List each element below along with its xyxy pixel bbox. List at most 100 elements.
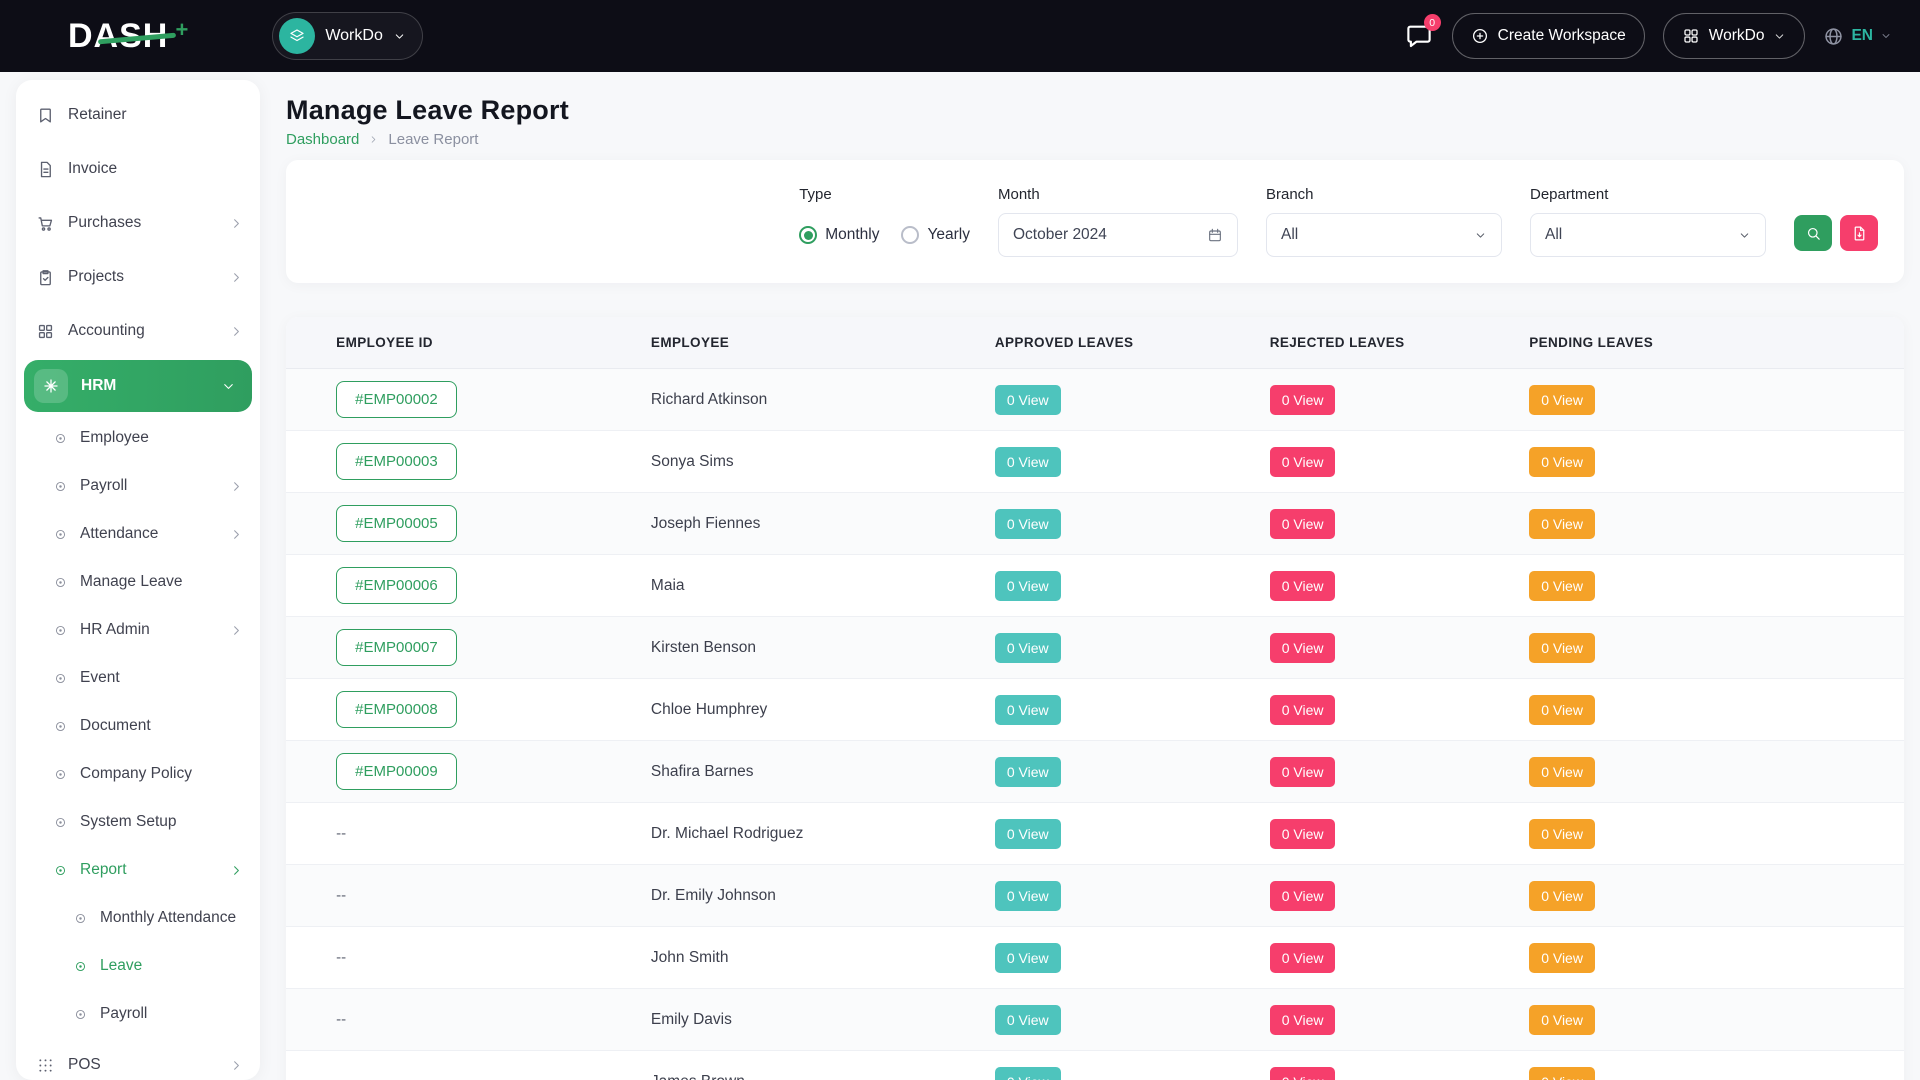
rejected-leaves-view-button[interactable]: 0 View <box>1270 695 1336 725</box>
sidebar-item-company-policy[interactable]: Company Policy <box>16 750 260 798</box>
pending-leaves-view-button[interactable]: 0 View <box>1529 757 1595 787</box>
employee-id-badge[interactable]: #EMP00005 <box>336 505 457 542</box>
sidebar-item-label: Payroll <box>80 477 216 495</box>
chevron-right-icon <box>229 863 244 878</box>
rejected-leaves-view-button[interactable]: 0 View <box>1270 447 1336 477</box>
department-select[interactable]: All <box>1530 213 1766 257</box>
workspace-switcher[interactable]: WorkDo <box>272 12 423 60</box>
approved-leaves-view-button[interactable]: 0 View <box>995 819 1061 849</box>
sidebar-item-retainer[interactable]: Retainer <box>16 88 260 142</box>
sidebar-item-invoice[interactable]: Invoice <box>16 142 260 196</box>
sidebar-item-label: HR Admin <box>80 621 216 639</box>
rejected-leaves-view-button[interactable]: 0 View <box>1270 1005 1336 1035</box>
rejected-leaves-view-button[interactable]: 0 View <box>1270 757 1336 787</box>
sidebar-item-document[interactable]: Document <box>16 702 260 750</box>
employee-id-badge[interactable]: #EMP00002 <box>336 381 457 418</box>
table-row: #EMP00008Chloe Humphrey0 View0 View0 Vie… <box>286 679 1904 741</box>
page-layout: RetainerInvoicePurchasesProjectsAccounti… <box>0 72 1920 1080</box>
branch-select[interactable]: All <box>1266 213 1502 257</box>
topbar-actions: 0 Create Workspace WorkDo EN <box>1404 13 1892 59</box>
sidebar-item-hrm[interactable]: HRM <box>24 360 252 412</box>
sidebar-item-projects[interactable]: Projects <box>16 250 260 304</box>
sidebar-item-hr-admin[interactable]: HR Admin <box>16 606 260 654</box>
search-button[interactable] <box>1794 215 1832 251</box>
approved-leaves-view-button[interactable]: 0 View <box>995 695 1061 725</box>
breadcrumb-dashboard-link[interactable]: Dashboard <box>286 131 359 148</box>
sidebar-item-purchases[interactable]: Purchases <box>16 196 260 250</box>
sidebar-item-payroll[interactable]: Payroll <box>16 462 260 510</box>
radio-monthly-dot[interactable] <box>799 226 817 244</box>
rejected-leaves-view-button[interactable]: 0 View <box>1270 571 1336 601</box>
retainer-icon <box>36 106 55 125</box>
chevron-right-icon <box>229 216 244 231</box>
pending-leaves-view-button[interactable]: 0 View <box>1529 447 1595 477</box>
pending-leaves-view-button[interactable]: 0 View <box>1529 385 1595 415</box>
sidebar-item-attendance[interactable]: Attendance <box>16 510 260 558</box>
rejected-leaves-view-button[interactable]: 0 View <box>1270 633 1336 663</box>
app-logo[interactable]: DASH + <box>68 17 168 56</box>
workdo-menu-button[interactable]: WorkDo <box>1663 13 1806 59</box>
rejected-leaves-view-button[interactable]: 0 View <box>1270 819 1336 849</box>
export-button[interactable] <box>1840 215 1878 251</box>
pending-leaves-view-button[interactable]: 0 View <box>1529 1067 1595 1080</box>
table-row: --James Brown0 View0 View0 View <box>286 1051 1904 1080</box>
radio-monthly[interactable]: Monthly <box>799 226 879 244</box>
pending-leaves-view-button[interactable]: 0 View <box>1529 819 1595 849</box>
sidebar-item-manage-leave[interactable]: Manage Leave <box>16 558 260 606</box>
sidebar-item-label: System Setup <box>80 813 244 831</box>
employee-id-badge[interactable]: #EMP00006 <box>336 567 457 604</box>
employee-id-badge[interactable]: #EMP00007 <box>336 629 457 666</box>
approved-leaves-view-button[interactable]: 0 View <box>995 571 1061 601</box>
sidebar-item-monthly-attendance[interactable]: Monthly Attendance <box>16 894 260 942</box>
approved-leaves-view-button[interactable]: 0 View <box>995 1067 1061 1080</box>
month-input[interactable]: October 2024 <box>998 213 1238 257</box>
rejected-leaves-view-button[interactable]: 0 View <box>1270 881 1336 911</box>
approved-leaves-view-button[interactable]: 0 View <box>995 943 1061 973</box>
sidebar-item-report[interactable]: Report <box>16 846 260 894</box>
create-workspace-button[interactable]: Create Workspace <box>1452 13 1645 59</box>
pending-leaves-view-button[interactable]: 0 View <box>1529 509 1595 539</box>
employee-id-badge[interactable]: #EMP00009 <box>336 753 457 790</box>
messages-badge: 0 <box>1424 14 1441 31</box>
table-row: --Dr. Michael Rodriguez0 View0 View0 Vie… <box>286 803 1904 865</box>
employee-id-empty: -- <box>336 1011 346 1028</box>
rejected-leaves-view-button[interactable]: 0 View <box>1270 943 1336 973</box>
globe-icon <box>1823 26 1844 47</box>
employee-id-badge[interactable]: #EMP00003 <box>336 443 457 480</box>
approved-leaves-view-button[interactable]: 0 View <box>995 757 1061 787</box>
bullet-icon <box>54 576 67 589</box>
pending-leaves-view-button[interactable]: 0 View <box>1529 943 1595 973</box>
sidebar-item-event[interactable]: Event <box>16 654 260 702</box>
approved-leaves-view-button[interactable]: 0 View <box>995 881 1061 911</box>
messages-button[interactable]: 0 <box>1404 21 1434 51</box>
approved-leaves-view-button[interactable]: 0 View <box>995 633 1061 663</box>
employee-id-badge[interactable]: #EMP00008 <box>336 691 457 728</box>
approved-leaves-view-button[interactable]: 0 View <box>995 1005 1061 1035</box>
sidebar-item-accounting[interactable]: Accounting <box>16 304 260 358</box>
approved-leaves-view-button[interactable]: 0 View <box>995 447 1061 477</box>
approved-leaves-view-button[interactable]: 0 View <box>995 385 1061 415</box>
radio-yearly[interactable]: Yearly <box>901 226 970 244</box>
pending-leaves-view-button[interactable]: 0 View <box>1529 571 1595 601</box>
radio-yearly-dot[interactable] <box>901 226 919 244</box>
approved-leaves-view-button[interactable]: 0 View <box>995 509 1061 539</box>
sidebar-item-employee[interactable]: Employee <box>16 414 260 462</box>
sidebar-item-pos[interactable]: POS <box>16 1038 260 1080</box>
sidebar-item-leave[interactable]: Leave <box>16 942 260 990</box>
sidebar-item-system-setup[interactable]: System Setup <box>16 798 260 846</box>
table-row: --John Smith0 View0 View0 View <box>286 927 1904 989</box>
pending-leaves-view-button[interactable]: 0 View <box>1529 633 1595 663</box>
bullet-icon <box>54 624 67 637</box>
rejected-leaves-view-button[interactable]: 0 View <box>1270 385 1336 415</box>
rejected-leaves-view-button[interactable]: 0 View <box>1270 1067 1336 1080</box>
pending-leaves-view-button[interactable]: 0 View <box>1529 1005 1595 1035</box>
employee-name: James Brown <box>651 1073 995 1080</box>
pending-leaves-view-button[interactable]: 0 View <box>1529 881 1595 911</box>
bullet-icon <box>54 816 67 829</box>
language-selector[interactable]: EN <box>1823 26 1892 47</box>
breadcrumb: Dashboard Leave Report <box>286 131 1904 148</box>
pending-leaves-view-button[interactable]: 0 View <box>1529 695 1595 725</box>
sidebar-item-payroll[interactable]: Payroll <box>16 990 260 1038</box>
rejected-leaves-view-button[interactable]: 0 View <box>1270 509 1336 539</box>
table-header: Employee IdEmployeeApproved LeavesReject… <box>286 317 1904 369</box>
